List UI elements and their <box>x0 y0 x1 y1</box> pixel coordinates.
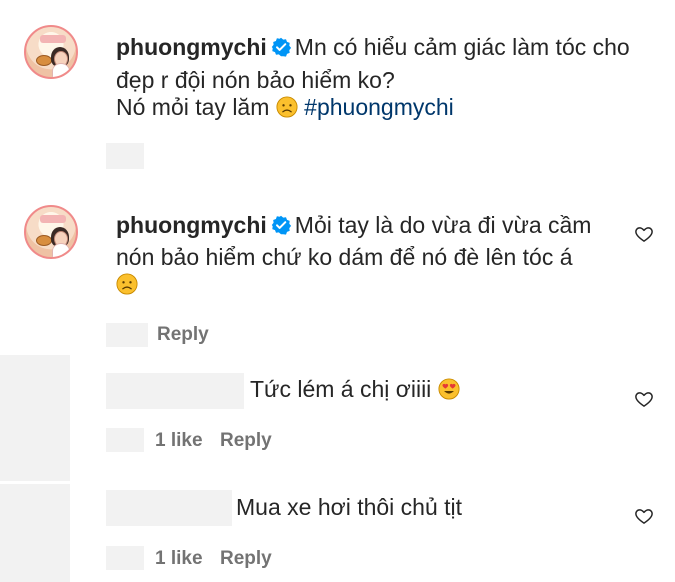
comment-1-text-1: Mỏi tay là do vừa đi vừa cầm <box>294 212 592 238</box>
comment-1-line-1: phuongmychi Mỏi tay là do vừa đi vừa cầm <box>116 209 591 242</box>
comment-2-reply-button[interactable]: Reply <box>220 429 272 453</box>
avatar-food <box>36 55 52 66</box>
caption-text-1: Mn có hiểu cảm giác làm tóc cho <box>294 34 630 60</box>
avatar-sticker <box>40 35 66 43</box>
comment-1-line-2: nón bảo hiểm chứ ko dám để nó đè lên tóc… <box>116 244 573 270</box>
comment-1-timestamp-placeholder <box>106 323 148 347</box>
comment-2-line: Tức lém á chị ơiiii <box>250 373 460 406</box>
avatar[interactable] <box>24 25 78 79</box>
sad-face-emoji <box>276 96 298 118</box>
comment-3-likes[interactable]: 1 like <box>155 547 203 571</box>
comment-3-line: Mua xe hơi thôi chủ tịt <box>236 494 463 520</box>
comment-1-username[interactable]: phuongmychi <box>116 212 267 238</box>
comment-2-username-placeholder <box>106 373 244 409</box>
comment-2-text: Tức lém á chị ơiiii <box>250 376 432 402</box>
verified-badge-icon <box>271 215 291 235</box>
caption-timestamp-placeholder <box>106 143 144 169</box>
avatar-body <box>52 63 70 77</box>
verified-badge-icon <box>271 37 291 57</box>
heart-eyes-emoji <box>438 378 460 400</box>
caption-username[interactable]: phuongmychi <box>116 34 267 60</box>
caption-text-3: Nó mỏi tay lăm <box>116 94 270 120</box>
comment-3-avatar-placeholder <box>0 484 70 582</box>
sad-face-emoji <box>116 273 138 295</box>
comment-2-likes[interactable]: 1 like <box>155 429 203 453</box>
comment-3-username-placeholder <box>106 490 232 526</box>
comment-3-timestamp-placeholder <box>106 546 144 570</box>
heart-icon[interactable] <box>634 224 654 244</box>
comment-2-avatar-placeholder <box>0 355 70 481</box>
heart-icon[interactable] <box>634 506 654 526</box>
avatar[interactable] <box>24 205 78 259</box>
caption-line-1: phuongmychi Mn có hiểu cảm giác làm tóc … <box>116 31 630 64</box>
comment-2-timestamp-placeholder <box>106 428 144 452</box>
comment-3-reply-button[interactable]: Reply <box>220 547 272 571</box>
heart-icon[interactable] <box>634 389 654 409</box>
avatar-food <box>36 235 52 246</box>
caption-line-3: Nó mỏi tay lăm #phuongmychi <box>116 91 454 124</box>
comment-1-line-3 <box>116 268 138 301</box>
avatar-sticker <box>40 215 66 223</box>
hashtag-link[interactable]: #phuongmychi <box>304 94 454 120</box>
comment-1-reply-button[interactable]: Reply <box>157 323 209 347</box>
avatar-body <box>52 243 70 257</box>
